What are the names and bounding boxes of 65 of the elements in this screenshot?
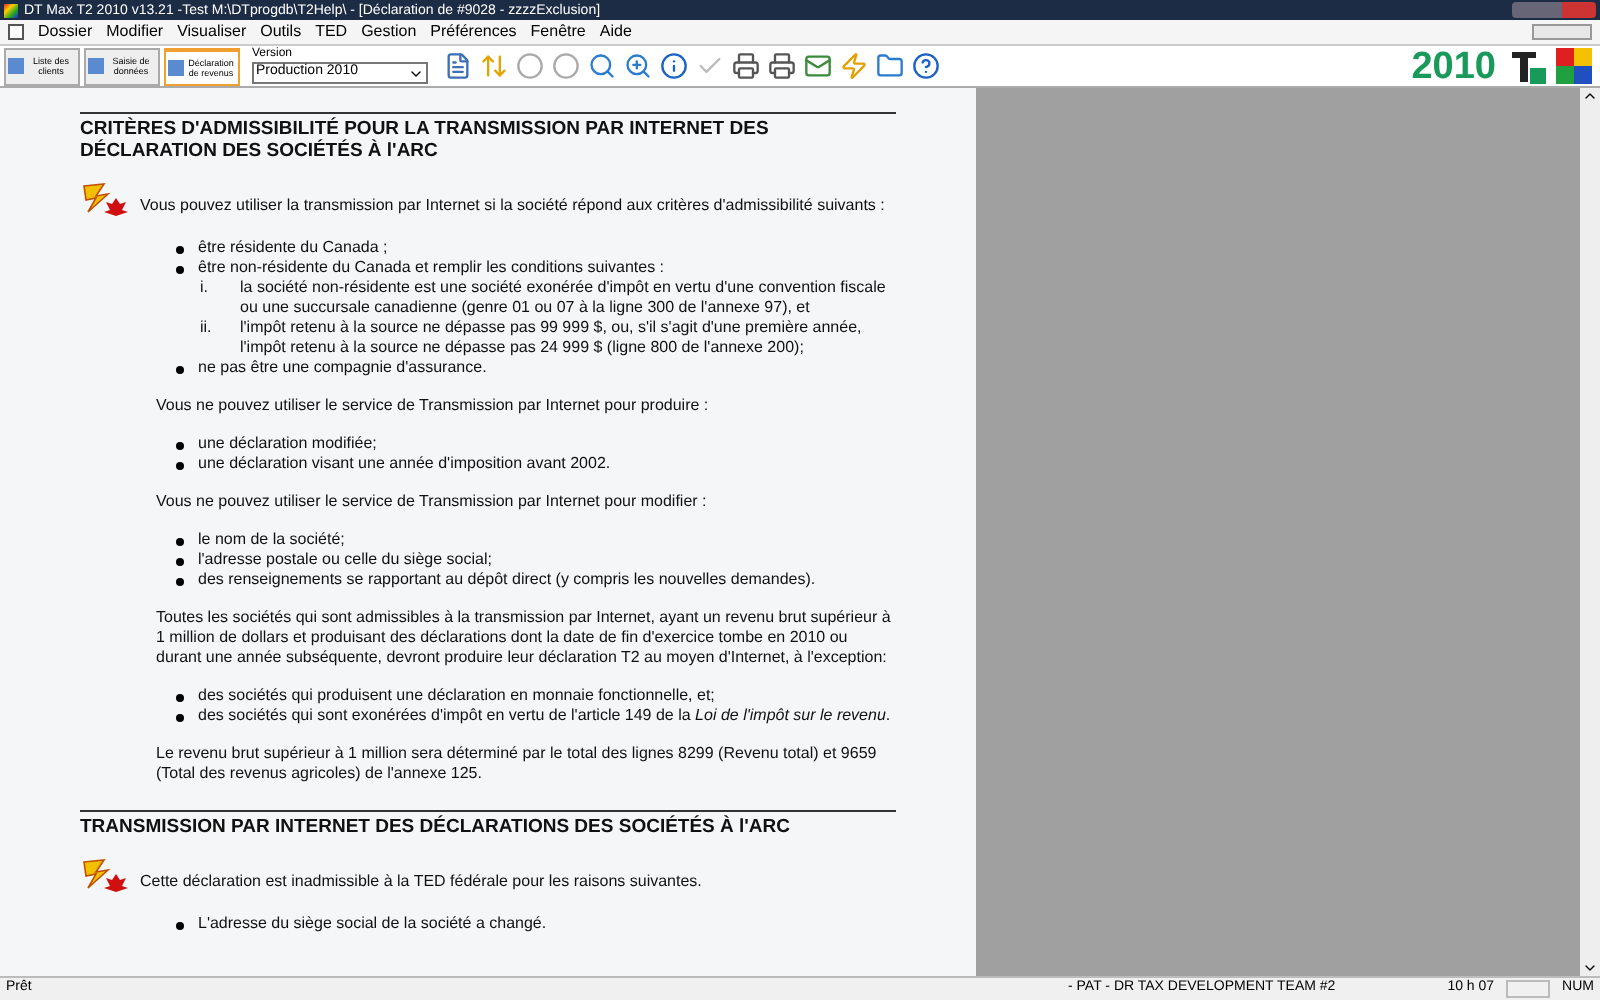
vertical-scrollbar[interactable] xyxy=(1580,88,1600,976)
list-item-text: l'adresse postale ou celle du siège social; xyxy=(198,550,492,570)
bullet-icon xyxy=(176,714,184,722)
list-marker: i. xyxy=(200,278,210,298)
printer-icon[interactable] xyxy=(768,52,796,80)
info-icon[interactable] xyxy=(660,52,688,80)
up-down-arrow-icon[interactable] xyxy=(480,52,508,80)
list-item-text: des sociétés qui sont exonérées d'impôt en vertu de l'article 149 de la Loi de l'impôt sur le revenu. xyxy=(198,706,891,726)
paragraph: Toutes les sociétés qui sont admissibles à la transmission par Internet, ayant un revenu brut supérieur à 1 million de dollars et produisant des déclarations dont la date de fin d'exercice tombe en 2010 ou durant une année subséquente, devront produire leur déclaration T2 au moyen d'Internet, à l'exception: xyxy=(156,608,893,668)
list-item-text: le nom de la société; xyxy=(198,530,345,550)
list-item-text: être résidente du Canada ; xyxy=(198,238,388,258)
menu-item[interactable]: Dossier xyxy=(38,24,93,40)
menu-item[interactable]: TED xyxy=(315,24,348,40)
app-icon xyxy=(4,3,18,17)
scroll-down-icon[interactable] xyxy=(1582,960,1598,976)
menu-item[interactable]: Visualiser xyxy=(177,24,247,40)
circle-icon[interactable] xyxy=(516,52,544,80)
envelope-icon[interactable] xyxy=(804,52,832,80)
t2-logo-icon xyxy=(1508,46,1596,86)
circle-icon[interactable] xyxy=(552,52,580,80)
mdi-controls-icon[interactable] xyxy=(1532,24,1592,40)
paragraph: Le revenu brut supérieur à 1 million sera déterminé par le total des lignes 8299 (Revenu total) et 9659 (Total des revenus agricoles) de l'annexe 125. xyxy=(156,744,879,784)
list-item-text: l'impôt retenu à la source ne dépasse pas 99 999 $, ou, s'il s'agit d'une première année, l'impôt retenu à la source ne dépasse pas 24 999 $ (ligne 800 de l'annexe 200); xyxy=(240,318,864,358)
list-item-text: des renseignements se rapportant au dépôt direct (y compris les nouvelles demandes). xyxy=(198,570,816,590)
bullet-icon xyxy=(176,442,184,450)
section-heading: TRANSMISSION PAR INTERNET DES DÉCLARATIONS DES SOCIÉTÉS À l'ARC xyxy=(80,810,896,838)
list-marker: ii. xyxy=(200,318,214,338)
printer-icon[interactable] xyxy=(732,52,760,80)
list-item-text: une déclaration visant une année d'imposition avant 2002. xyxy=(198,454,611,474)
list-item-text: une déclaration modifiée; xyxy=(198,434,377,454)
lightning-icon[interactable] xyxy=(840,52,868,80)
paragraph: Vous ne pouvez utiliser le service de Transmission par Internet pour produire : xyxy=(156,396,711,416)
bullet-icon xyxy=(176,366,184,374)
help-icon[interactable] xyxy=(912,52,940,80)
document-icon[interactable] xyxy=(444,52,472,80)
list-item-text: L'adresse du siège social de la société a changé. xyxy=(198,914,547,934)
paragraph: Vous ne pouvez utiliser le service de Transmission par Internet pour modifier : xyxy=(156,492,709,512)
paragraph: Cette déclaration est inadmissible à la TED fédérale pour les raisons suivantes. xyxy=(140,872,702,892)
lightning-maple-leaf-icon xyxy=(80,856,132,896)
lightning-maple-leaf-icon xyxy=(80,180,132,220)
zoom-in-icon[interactable] xyxy=(624,52,652,80)
bullet-icon xyxy=(176,246,184,254)
list-item-text: être non-résidente du Canada et remplir les conditions suivantes : xyxy=(198,258,665,278)
bullet-icon xyxy=(176,922,184,930)
list-item-text: ne pas être une compagnie d'assurance. xyxy=(198,358,487,378)
year-label: 2010 xyxy=(1411,47,1496,85)
menu-item[interactable]: Préférences xyxy=(430,24,517,40)
bullet-icon xyxy=(176,538,184,546)
menu-item[interactable]: Fenêtre xyxy=(530,24,586,40)
bullet-icon xyxy=(176,266,184,274)
menu-item[interactable]: Gestion xyxy=(361,24,417,40)
menu-item[interactable]: Outils xyxy=(260,24,302,40)
section-heading: CRITÈRES D'ADMISSIBILITÉ POUR LA TRANSMISSION PAR INTERNET DES DÉCLARATION DES SOCIÉTÉS À l'ARC xyxy=(80,112,896,162)
bullet-icon xyxy=(176,578,184,586)
paragraph: Vous pouvez utiliser la transmission par Internet si la société répond aux critères d'admissibilité suivants : xyxy=(140,196,885,216)
menu-item[interactable]: Modifier xyxy=(106,24,164,40)
bullet-icon xyxy=(176,462,184,470)
folder-icon[interactable] xyxy=(876,52,904,80)
menu-item[interactable]: Aide xyxy=(599,24,632,40)
search-icon[interactable] xyxy=(588,52,616,80)
bullet-icon xyxy=(176,558,184,566)
document-menu-icon[interactable] xyxy=(8,24,24,40)
bullet-icon xyxy=(176,694,184,702)
list-item-text: des sociétés qui produisent une déclaration en monnaie fonctionnelle, et; xyxy=(198,686,715,706)
scroll-up-icon[interactable] xyxy=(1582,88,1598,104)
